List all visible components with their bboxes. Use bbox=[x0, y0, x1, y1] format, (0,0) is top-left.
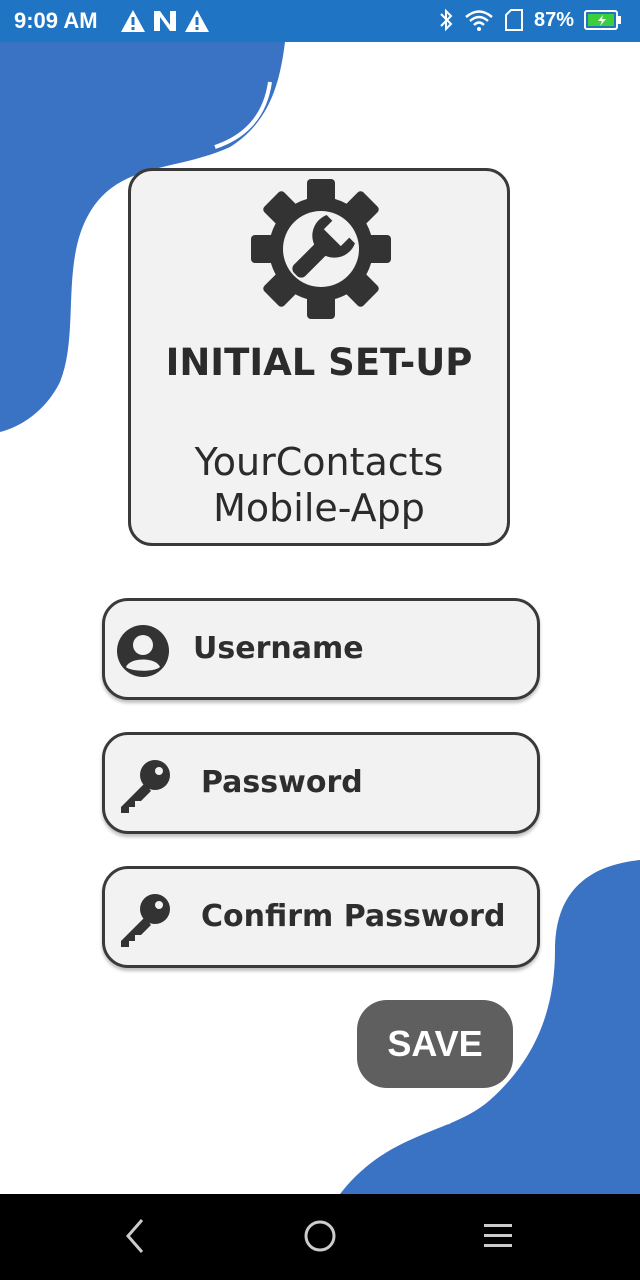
gear-wrench-icon bbox=[251, 179, 391, 319]
key-icon bbox=[121, 894, 170, 947]
back-icon[interactable] bbox=[120, 1216, 150, 1256]
app-name-line2: Mobile-App bbox=[213, 486, 425, 530]
setup-header-card: INITIAL SET-UP YourContacts Mobile-App bbox=[128, 168, 510, 546]
app-name-line1: YourContacts bbox=[194, 440, 444, 484]
warning-icon bbox=[185, 10, 209, 32]
confirm-password-field[interactable]: Confirm Password bbox=[102, 866, 540, 968]
battery-percent: 87% bbox=[533, 8, 574, 31]
sim-icon bbox=[504, 9, 523, 31]
username-placeholder: Username bbox=[193, 631, 364, 666]
wifi-icon bbox=[465, 10, 493, 31]
page-title: INITIAL SET-UP bbox=[165, 341, 473, 384]
warning-icon bbox=[121, 10, 145, 32]
home-icon[interactable] bbox=[302, 1216, 338, 1256]
save-button[interactable]: SAVE bbox=[357, 1000, 513, 1088]
system-icons: 87% bbox=[438, 8, 622, 32]
battery-icon bbox=[584, 10, 621, 30]
menu-icon[interactable] bbox=[482, 1216, 514, 1256]
notification-icons bbox=[120, 9, 210, 33]
password-field[interactable]: Password bbox=[102, 732, 540, 834]
password-placeholder: Password bbox=[201, 765, 363, 800]
n-logo-icon bbox=[154, 11, 176, 31]
app-name: YourContacts Mobile-App bbox=[131, 439, 507, 531]
user-icon bbox=[117, 625, 169, 677]
nav-bar bbox=[0, 1194, 640, 1280]
status-bar: 9:09 AM 87% bbox=[0, 0, 640, 42]
bluetooth-icon bbox=[440, 8, 453, 32]
key-icon bbox=[121, 760, 170, 813]
confirm-password-placeholder: Confirm Password bbox=[201, 899, 506, 934]
status-time: 9:09 AM bbox=[14, 8, 98, 33]
username-field[interactable]: Username bbox=[102, 598, 540, 700]
